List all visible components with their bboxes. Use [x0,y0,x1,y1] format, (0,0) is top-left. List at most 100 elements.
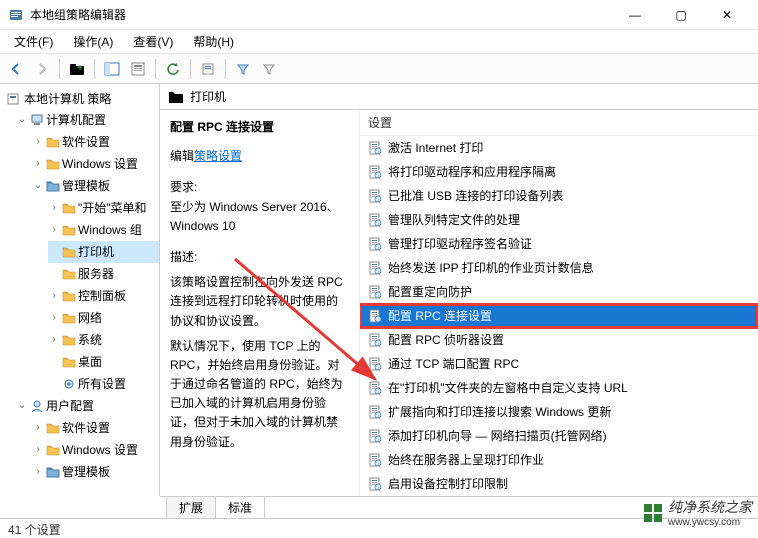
minimize-button[interactable]: — [612,0,658,30]
refresh-button[interactable] [161,57,185,81]
settings-row[interactable]: 激活 Internet 打印 [360,136,758,160]
tree: ⌄ 计算机配置 › 软件设置 › Windows 设置 ⌄管理模板 ›"开始"菜单和… [0,109,159,483]
tree-label: 用户配置 [46,396,94,416]
toolbar [0,54,758,84]
tree-label: 网络 [78,308,102,328]
settings-row[interactable]: 添加打印机向导 — 网络扫描页(托管网络) [360,424,758,448]
tree-node-desktop[interactable]: 桌面 [48,351,159,373]
settings-row[interactable]: 始终在服务器上呈现打印作业 [360,448,758,472]
settings-row-label: 添加打印机向导 — 网络扫描页(托管网络) [388,426,607,446]
edit-policy-link[interactable]: 策略设置 [194,149,242,163]
tree-label: 软件设置 [62,132,110,152]
twisty-icon[interactable]: ⌄ [16,110,28,130]
settings-row[interactable]: 配置重定向防护 [360,280,758,304]
tab-extended[interactable]: 扩展 [166,497,216,519]
settings-row[interactable]: 配置 RPC 连接设置 [360,304,758,328]
twisty-icon[interactable]: › [32,132,44,152]
show-hide-tree-button[interactable] [100,57,124,81]
settings-row-label: 配置重定向防护 [388,282,472,302]
back-button[interactable] [4,57,28,81]
tree-node-network[interactable]: › 网络 [48,307,159,329]
tree-node-user-templates[interactable]: ›管理模板 [32,461,159,483]
close-button[interactable]: ✕ [704,0,750,30]
menu-help[interactable]: 帮助(H) [183,30,244,53]
menu-file[interactable]: 文件(F) [4,30,63,53]
tree-node-user-windows[interactable]: › Windows 设置 [32,439,159,461]
edit-prefix: 编辑 [170,149,194,163]
watermark-logo-icon [644,504,662,522]
twisty-icon[interactable]: ⌄ [32,176,44,196]
tree-node-admin-templates[interactable]: ⌄管理模板 [32,175,159,197]
tree-node-control-panel[interactable]: ›控制面板 [48,285,159,307]
tree-node-user-software[interactable]: › 软件设置 [32,417,159,439]
policy-icon [368,453,382,467]
settings-row[interactable]: 在"打印机"文件夹的左窗格中自定义支持 URL [360,376,758,400]
tree-node-user-config[interactable]: ⌄ 用户配置 [16,395,159,417]
settings-row-label: 始终发送 IPP 打印机的作业页计数信息 [388,258,594,278]
tree-node-all-settings[interactable]: 所有设置 [48,373,159,395]
description-p1: 该策略设置控制在向外发送 RPC 连接到远程打印轮转机时使用的协议和协议设置。 [170,273,349,331]
settings-row[interactable]: 通过 TCP 端口配置 RPC [360,352,758,376]
tree-label: 软件设置 [62,418,110,438]
tree-root[interactable]: 本地计算机 策略 [0,88,159,109]
tree-node-printers[interactable]: 打印机 [48,241,159,263]
tree-node-computer-config[interactable]: ⌄ 计算机配置 [16,109,159,131]
twisty-icon[interactable]: › [48,330,60,350]
toolbar-separator [155,59,156,79]
maximize-button[interactable]: ▢ [658,0,704,30]
folder-icon [46,158,60,170]
twisty-icon[interactable]: › [48,198,60,218]
folder-icon [46,422,60,434]
policy-icon [368,165,382,179]
titlebar: 本地组策略编辑器 — ▢ ✕ [0,0,758,30]
tree-panel: 本地计算机 策略 ⌄ 计算机配置 › 软件设置 › Windows 设置 ⌄管理模板 [0,84,160,496]
settings-row[interactable]: 配置 RPC 侦听器设置 [360,328,758,352]
tree-node-software-settings[interactable]: › 软件设置 [32,131,159,153]
filter-button[interactable] [231,57,255,81]
twisty-icon[interactable]: › [48,308,60,328]
tree-node-start-menu[interactable]: ›"开始"菜单和 [48,197,159,219]
settings-row[interactable]: 启用设备控制打印限制 [360,472,758,496]
twisty-icon[interactable]: › [32,462,44,482]
folder-icon [62,268,76,280]
twisty-icon[interactable]: › [32,418,44,438]
folder-icon [46,180,60,192]
tree-label: Windows 设置 [62,440,138,460]
settings-row[interactable]: 管理打印驱动程序签名验证 [360,232,758,256]
folder-icon [62,246,76,258]
filter-options-button[interactable] [257,57,281,81]
policy-icon [368,213,382,227]
tree-node-servers[interactable]: 服务器 [48,263,159,285]
menu-view[interactable]: 查看(V) [123,30,183,53]
settings-row[interactable]: 始终发送 IPP 打印机的作业页计数信息 [360,256,758,280]
twisty-icon[interactable]: ⌄ [16,396,28,416]
menu-action[interactable]: 操作(A) [63,30,123,53]
settings-row[interactable]: 将打印驱动程序和应用程序隔离 [360,160,758,184]
settings-row[interactable]: 管理队列特定文件的处理 [360,208,758,232]
settings-column-header[interactable]: 设置 [360,110,758,136]
twisty-icon[interactable]: › [32,440,44,460]
settings-column: 设置 激活 Internet 打印将打印驱动程序和应用程序隔离已批准 USB 连… [360,110,758,496]
settings-row[interactable]: 扩展指向和打印连接以搜索 Windows 更新 [360,400,758,424]
twisty-icon[interactable]: › [48,220,60,240]
folder-icon [46,136,60,148]
tree-node-windows-settings[interactable]: ›Windows 设置 [32,153,159,175]
folder-icon [62,334,76,346]
tree-node-windows-components[interactable]: ›Windows 组 [48,219,159,241]
export-button[interactable] [196,57,220,81]
description-label: 描述: [170,248,349,267]
properties-button[interactable] [126,57,150,81]
tree-label: 打印机 [78,242,114,262]
tab-standard[interactable]: 标准 [215,497,265,519]
up-button[interactable] [65,57,89,81]
settings-row-label: 始终在服务器上呈现打印作业 [388,450,544,470]
right-header-title: 打印机 [190,88,226,105]
forward-button[interactable] [30,57,54,81]
tree-node-system[interactable]: ›系统 [48,329,159,351]
settings-icon [62,378,76,390]
twisty-icon[interactable]: › [32,154,44,174]
settings-row[interactable]: 已批准 USB 连接的打印设备列表 [360,184,758,208]
policy-icon [368,285,382,299]
twisty-icon[interactable]: › [48,286,60,306]
policy-icon [368,189,382,203]
